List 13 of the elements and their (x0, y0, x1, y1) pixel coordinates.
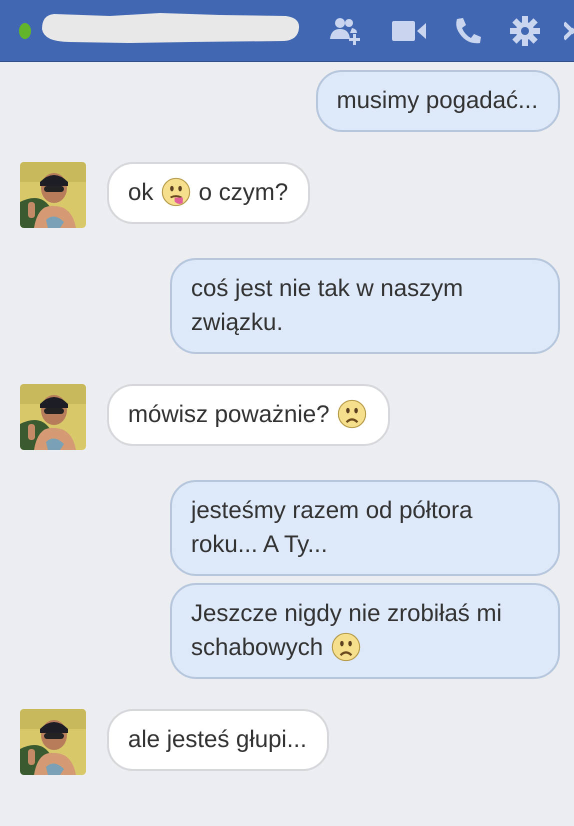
close-icon[interactable] (564, 20, 574, 42)
message-bubble: jesteśmy razem od półtora roku... A Ty... (170, 480, 560, 576)
message-bubble: Jeszcze nigdy nie zrobiłaś mi schabowych (170, 583, 560, 679)
video-camera-icon[interactable] (392, 20, 426, 42)
message-bubble: coś jest nie tak w naszym związku. (170, 258, 560, 354)
frown-face-emoji (337, 399, 368, 429)
message-bubble: ale jesteś głupi... (107, 709, 329, 771)
message-bubble: mówisz poważnie? (107, 384, 390, 446)
message-bubble: ok o czym? (107, 162, 310, 224)
phone-icon[interactable] (454, 16, 482, 44)
tongue-face-emoji (161, 177, 192, 207)
frown-face-emoji (330, 632, 361, 662)
message-bubble: musimy pogadać... (316, 70, 560, 132)
